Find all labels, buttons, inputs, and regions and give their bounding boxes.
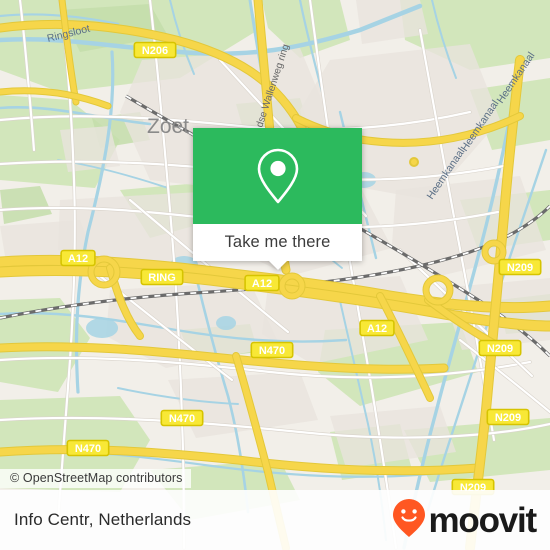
svg-text:N470: N470 bbox=[259, 345, 285, 357]
osm-attribution[interactable]: © OpenStreetMap contributors bbox=[0, 469, 191, 488]
take-me-there-button[interactable]: Take me there bbox=[193, 224, 362, 261]
footer-bar: RingslootHeemkanaalHeemkanaalHeemkanaald… bbox=[0, 490, 550, 550]
location-popup-card[interactable]: Take me there bbox=[193, 128, 362, 270]
svg-text:A12: A12 bbox=[68, 253, 88, 265]
svg-text:Zoet: Zoet bbox=[147, 115, 189, 138]
popup-marker-panel bbox=[193, 128, 362, 224]
svg-text:N470: N470 bbox=[75, 443, 101, 455]
svg-text:A12: A12 bbox=[252, 278, 272, 290]
svg-text:RING: RING bbox=[148, 272, 176, 284]
take-me-there-label: Take me there bbox=[224, 233, 331, 251]
popup-pointer bbox=[267, 260, 288, 270]
moovit-wordmark: moovit bbox=[428, 500, 537, 540]
svg-text:N206: N206 bbox=[142, 45, 168, 57]
svg-text:N209: N209 bbox=[460, 482, 486, 490]
svg-text:N209: N209 bbox=[507, 262, 533, 274]
svg-text:N470: N470 bbox=[169, 413, 195, 425]
moovit-logo[interactable]: moovit bbox=[392, 498, 537, 543]
moovit-smiley-pin-icon bbox=[392, 498, 426, 543]
svg-text:N209: N209 bbox=[487, 343, 513, 355]
svg-text:A12: A12 bbox=[367, 323, 387, 335]
place-title: Info Centr, Netherlands bbox=[14, 510, 192, 529]
moovit-map-screen: Ringsloot Heemkanaal Heemkanaal Heemkanaal d… bbox=[0, 0, 550, 550]
map-pin-icon bbox=[254, 146, 302, 206]
svg-text:N209: N209 bbox=[495, 412, 521, 424]
